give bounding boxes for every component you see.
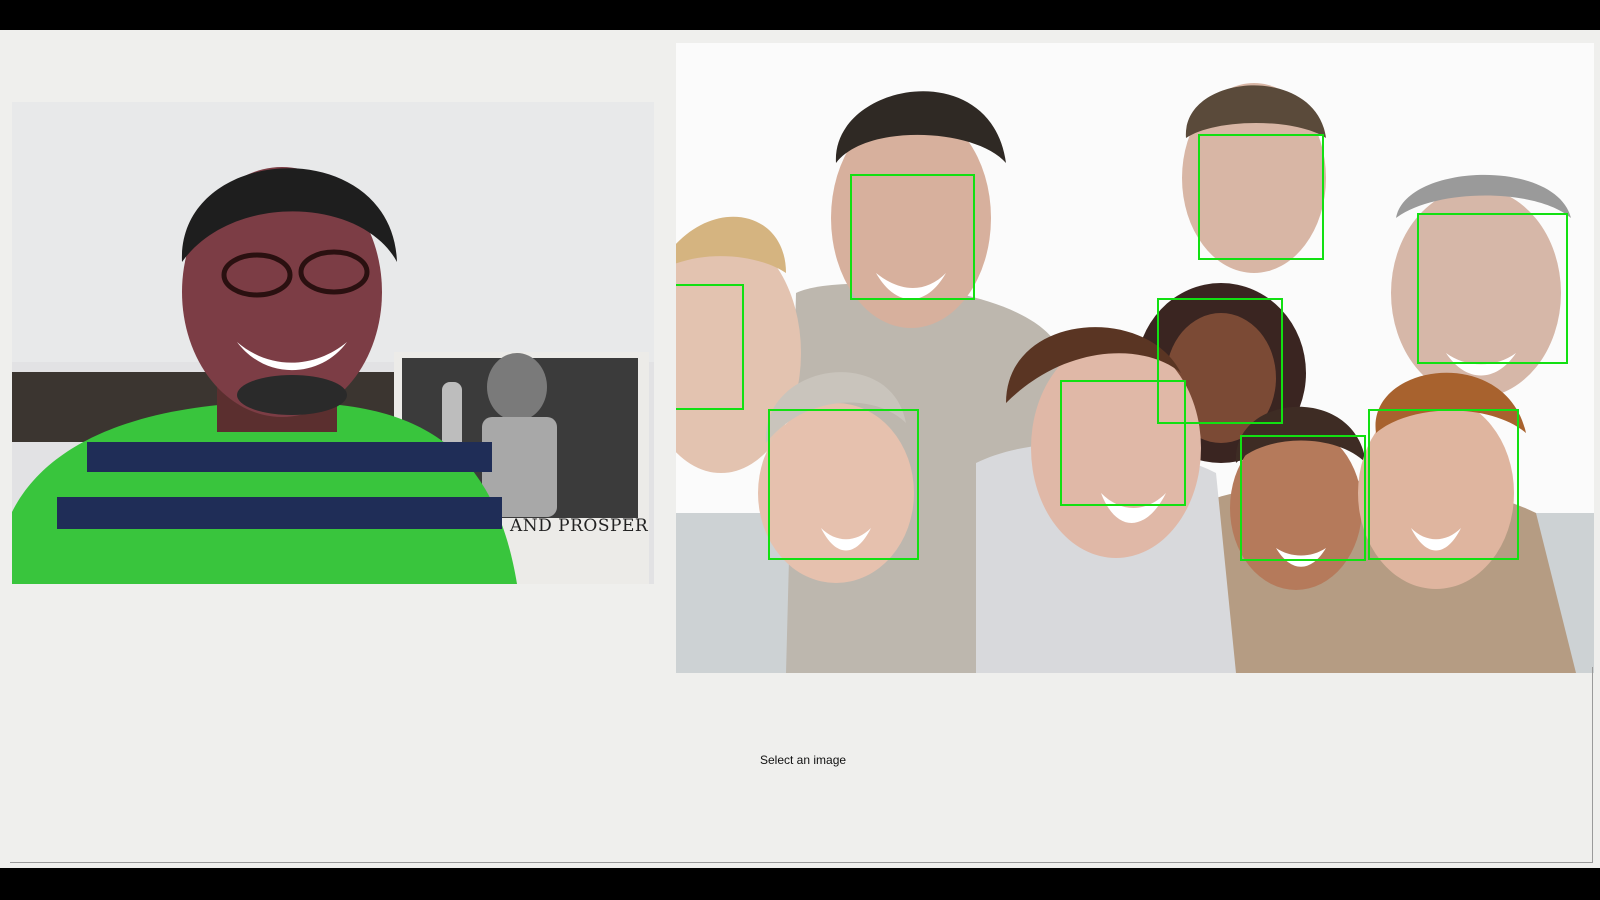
face-detection-box xyxy=(1240,435,1366,561)
webcam-frame-image xyxy=(12,102,654,584)
detection-result-view xyxy=(676,43,1594,673)
face-detection-box xyxy=(768,409,919,560)
face-detection-box xyxy=(1417,213,1568,364)
face-detection-box xyxy=(850,174,975,300)
face-detection-box xyxy=(676,284,744,410)
app-window: AND PROSPER Select an image xyxy=(0,30,1600,868)
poster-caption: AND PROSPER xyxy=(510,516,649,536)
status-panel: Select an image xyxy=(10,667,1593,863)
face-detection-box xyxy=(1198,134,1324,260)
face-detection-box xyxy=(1060,380,1186,506)
webcam-view: AND PROSPER xyxy=(12,102,654,584)
face-detection-box xyxy=(1368,409,1519,560)
status-label: Select an image xyxy=(760,753,847,767)
